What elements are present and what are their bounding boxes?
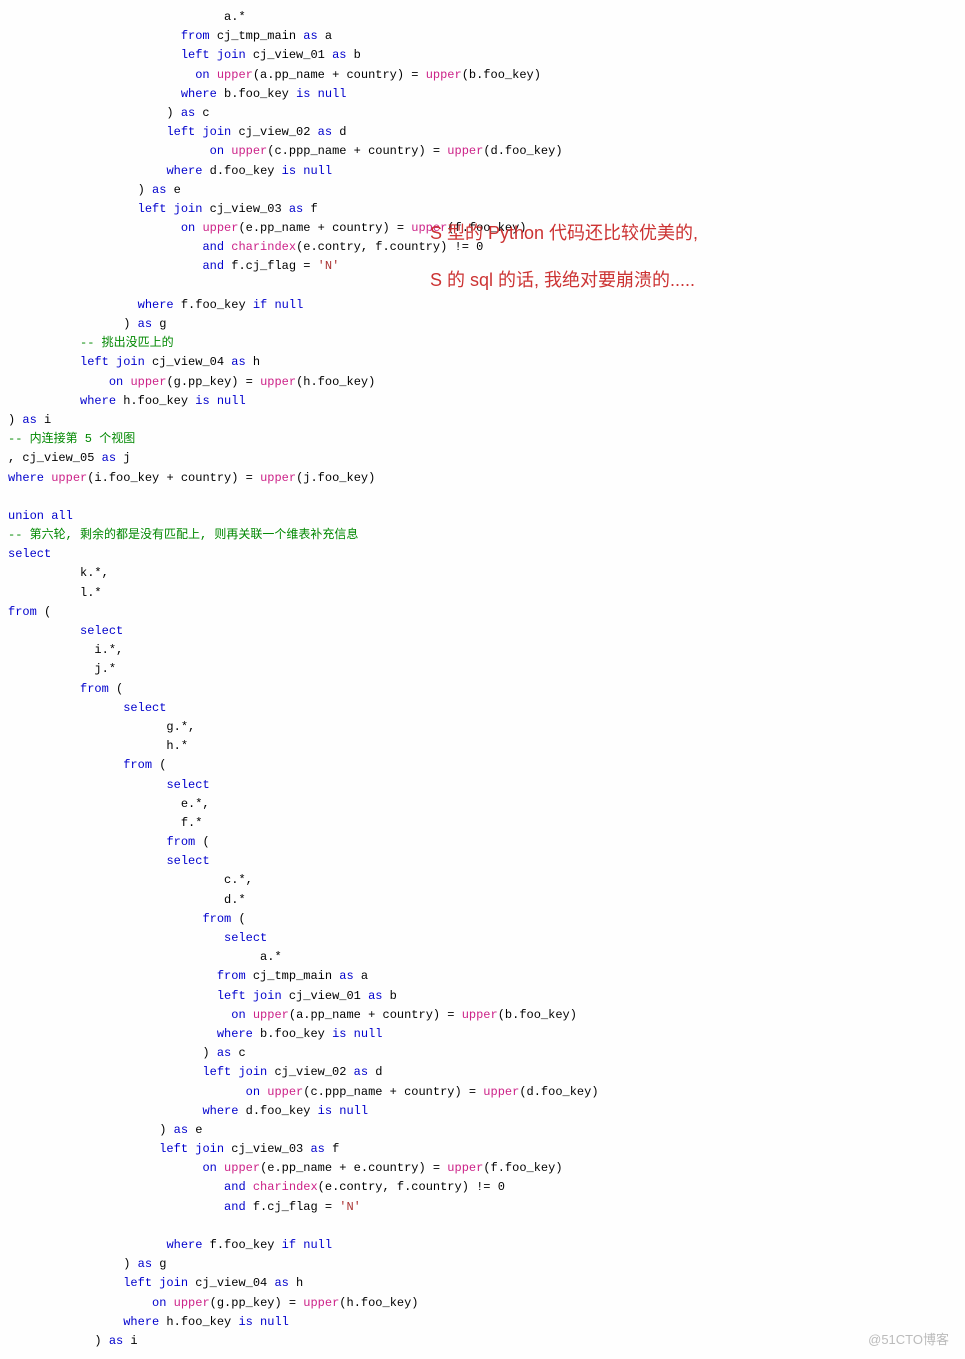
annotation-line-1: S 型的 Python 代码还比较优美的, (430, 210, 698, 257)
code-document: S 型的 Python 代码还比较优美的, S 的 sql 的话, 我绝对要崩溃… (0, 0, 965, 1359)
watermark: @51CTO博客 (868, 1330, 949, 1351)
annotation-line-2: S 的 sql 的话, 我绝对要崩溃的..... (430, 257, 698, 304)
annotation-text: S 型的 Python 代码还比较优美的, S 的 sql 的话, 我绝对要崩溃… (430, 210, 698, 304)
